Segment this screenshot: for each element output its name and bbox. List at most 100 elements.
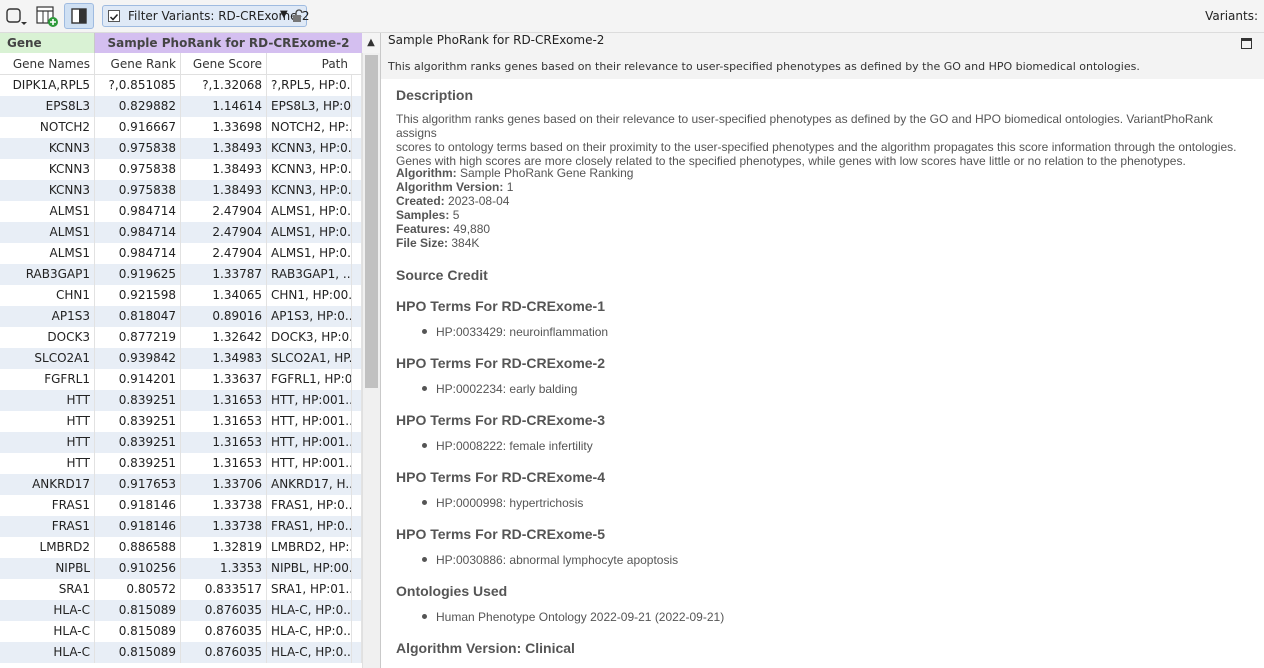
column-header-gene-score[interactable]: Gene Score [181,53,267,75]
cell-gene-name[interactable]: SLCO2A1 [0,348,95,369]
cell-gene-name[interactable]: KCNN3 [0,180,95,201]
cell-gene-rank[interactable]: 0.80572 [95,579,181,600]
add-column-button[interactable] [34,3,60,29]
group-header-gene[interactable]: Gene [0,33,95,53]
cell-gene-rank[interactable]: 0.829882 [95,96,181,117]
cell-gene-score[interactable]: 1.33637 [181,369,267,390]
filter-variants-toggle[interactable]: Filter Variants: RD-CRExome-2 ▼ [102,5,310,27]
cell-gene-score[interactable]: 0.876035 [181,621,267,642]
cell-gene-name[interactable]: ALMS1 [0,222,95,243]
cell-path[interactable]: FRAS1, HP:0... [267,516,352,537]
cell-path[interactable]: KCNN3, HP:0... [267,180,352,201]
cell-gene-name[interactable]: ALMS1 [0,243,95,264]
cell-path[interactable]: KCNN3, HP:0... [267,159,352,180]
cell-gene-rank[interactable]: 0.815089 [95,642,181,663]
cell-gene-score[interactable]: 1.38493 [181,180,267,201]
cell-path[interactable]: SRA1, HP:01... [267,579,352,600]
table-row[interactable]: HLA-C 0.815089 0.876035 HLA-C, HP:0... [0,621,362,642]
table-row[interactable]: FRAS1 0.918146 1.33738 FRAS1, HP:0... [0,516,362,537]
chevron-down-icon[interactable]: ▼ [280,9,288,20]
cell-gene-name[interactable]: DIPK1A,RPL5 [0,75,95,96]
table-row[interactable]: LMBRD2 0.886588 1.32819 LMBRD2, HP:... [0,537,362,558]
cell-path[interactable]: HLA-C, HP:0... [267,600,352,621]
table-row[interactable]: HTT 0.839251 1.31653 HTT, HP:001... [0,453,362,474]
table-row[interactable]: KCNN3 0.975838 1.38493 KCNN3, HP:0... [0,159,362,180]
cell-gene-rank[interactable]: 0.815089 [95,621,181,642]
cell-gene-rank[interactable]: 0.916667 [95,117,181,138]
table-row[interactable]: ALMS1 0.984714 2.47904 ALMS1, HP:0... [0,201,362,222]
cell-path[interactable]: LMBRD2, HP:... [267,537,352,558]
cell-gene-rank[interactable]: 0.839251 [95,390,181,411]
group-header-phorank[interactable]: Sample PhoRank for RD-CRExome-2 [95,33,362,53]
cell-gene-rank[interactable]: 0.918146 [95,516,181,537]
cell-path[interactable]: ALMS1, HP:0... [267,201,352,222]
cell-gene-name[interactable]: EPS8L3 [0,96,95,117]
column-header-gene-rank[interactable]: Gene Rank [95,53,181,75]
cell-gene-score[interactable]: 0.89016 [181,306,267,327]
cell-gene-name[interactable]: KCNN3 [0,159,95,180]
cell-gene-name[interactable]: FRAS1 [0,516,95,537]
cell-gene-score[interactable]: 1.31653 [181,453,267,474]
cell-gene-score[interactable]: 1.31653 [181,390,267,411]
cell-gene-rank[interactable]: 0.839251 [95,432,181,453]
table-row[interactable]: HLA-C 0.815089 0.876035 HLA-C, HP:0... [0,642,362,663]
cell-gene-rank[interactable]: 0.910256 [95,558,181,579]
cell-path[interactable]: ALMS1, HP:0... [267,243,352,264]
cell-gene-score[interactable]: 1.31653 [181,411,267,432]
cell-gene-name[interactable]: LMBRD2 [0,537,95,558]
cell-path[interactable]: HLA-C, HP:0... [267,642,352,663]
cell-gene-name[interactable]: HTT [0,453,95,474]
table-row[interactable]: HTT 0.839251 1.31653 HTT, HP:001... [0,432,362,453]
cell-gene-score[interactable]: 1.34983 [181,348,267,369]
cell-path[interactable]: ?,RPL5, HP:0... [267,75,352,96]
table-row[interactable]: HLA-C 0.815089 0.876035 HLA-C, HP:0... [0,600,362,621]
cell-gene-score[interactable]: 2.47904 [181,201,267,222]
cell-path[interactable]: EPS8L3, HP:0... [267,96,352,117]
column-header-gene-names[interactable]: Gene Names [0,53,95,75]
cell-gene-score[interactable]: 0.833517 [181,579,267,600]
cell-path[interactable]: RAB3GAP1, ... [267,264,352,285]
cell-gene-name[interactable]: HLA-C [0,621,95,642]
cell-path[interactable]: SLCO2A1, HP... [267,348,352,369]
table-row[interactable]: NIPBL 0.910256 1.3353 NIPBL, HP:00... [0,558,362,579]
cell-gene-name[interactable]: FRAS1 [0,495,95,516]
cell-gene-rank[interactable]: 0.975838 [95,180,181,201]
cell-gene-score[interactable]: 1.33698 [181,117,267,138]
cell-gene-name[interactable]: NIPBL [0,558,95,579]
cell-gene-rank[interactable]: 0.921598 [95,285,181,306]
cell-gene-score[interactable]: 1.14614 [181,96,267,117]
table-row[interactable]: HTT 0.839251 1.31653 HTT, HP:001... [0,390,362,411]
cell-path[interactable]: HTT, HP:001... [267,453,352,474]
cell-path[interactable]: KCNN3, HP:0... [267,138,352,159]
cell-gene-score[interactable]: 0.876035 [181,642,267,663]
cell-gene-score[interactable]: 1.32819 [181,537,267,558]
cell-path[interactable]: HTT, HP:001... [267,411,352,432]
cell-gene-rank[interactable]: 0.839251 [95,411,181,432]
cell-gene-name[interactable]: HTT [0,390,95,411]
cell-gene-name[interactable]: HTT [0,411,95,432]
cell-gene-rank[interactable]: 0.818047 [95,306,181,327]
table-row[interactable]: NOTCH2 0.916667 1.33698 NOTCH2, HP:... [0,117,362,138]
cell-path[interactable]: ANKRD17, H... [267,474,352,495]
cell-gene-name[interactable]: HLA-C [0,642,95,663]
cell-gene-name[interactable]: HLA-C [0,600,95,621]
cell-gene-rank[interactable]: 0.839251 [95,453,181,474]
cell-gene-score[interactable]: 2.47904 [181,243,267,264]
cell-gene-name[interactable]: ANKRD17 [0,474,95,495]
table-row[interactable]: DOCK3 0.877219 1.32642 DOCK3, HP:0... [0,327,362,348]
table-row[interactable]: ALMS1 0.984714 2.47904 ALMS1, HP:0... [0,222,362,243]
column-header-path[interactable]: Path [267,53,362,75]
cell-path[interactable]: DOCK3, HP:0... [267,327,352,348]
table-row[interactable]: DIPK1A,RPL5 ?,0.851085 ?,1.32068 ?,RPL5, HP… [0,75,362,96]
cell-gene-score[interactable]: 1.34065 [181,285,267,306]
table-row[interactable]: FGFRL10.9142011.33637FGFRL1, HP:0... [0,369,362,390]
cell-gene-score[interactable]: 1.38493 [181,159,267,180]
cell-gene-score[interactable]: 1.33706 [181,474,267,495]
cell-gene-score[interactable]: ?,1.32068 [181,75,267,96]
cell-gene-name[interactable]: AP1S3 [0,306,95,327]
cell-gene-rank[interactable]: 0.984714 [95,222,181,243]
cell-gene-score[interactable]: 1.33787 [181,264,267,285]
cell-path[interactable]: FRAS1, HP:0... [267,495,352,516]
cell-gene-name[interactable]: HTT [0,432,95,453]
cell-gene-rank[interactable]: 0.918146 [95,495,181,516]
